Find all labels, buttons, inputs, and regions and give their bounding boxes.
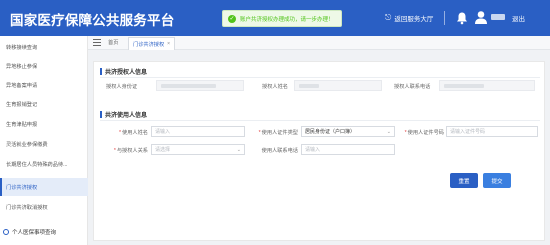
authorizer-name-value bbox=[294, 80, 382, 91]
sidebar-item[interactable]: 转移接续查询 bbox=[0, 39, 88, 55]
tab-bar: 首页 门诊共济授权 × bbox=[88, 36, 550, 50]
close-icon[interactable]: × bbox=[167, 41, 170, 47]
sidebar-group-personal-query[interactable]: 个人医保事项查询 bbox=[0, 224, 88, 240]
user-name-masked bbox=[491, 14, 505, 20]
sidebar-item[interactable]: 生育津贴申报 bbox=[0, 116, 88, 132]
sidebar-item[interactable]: 灵活就业参保缴费 bbox=[0, 136, 88, 152]
return-label: 返回服务大厅 bbox=[394, 16, 434, 23]
user-phone-input[interactable] bbox=[301, 144, 395, 155]
user-phone-label: 使用人联系电话 bbox=[261, 148, 298, 154]
chevron-down-icon: ⌄ bbox=[386, 128, 391, 135]
user-id-number-label: *使用人证件号码 bbox=[404, 130, 444, 136]
chevron-down-icon: ⌄ bbox=[236, 146, 241, 153]
relation-select[interactable]: 请选择 ⌄ bbox=[151, 144, 245, 155]
sidebar: 转移接续查询 异地移止参保 异地备案申请 生育报销登记 生育津贴申报 灵活就业参… bbox=[0, 36, 88, 245]
sidebar-item[interactable]: 异地备案申请 bbox=[0, 77, 88, 93]
sidebar-item[interactable]: 门诊共济取消授权 bbox=[0, 199, 88, 215]
authorizer-id-value bbox=[156, 80, 244, 91]
form-card: 共济授权人信息 授权人身份证 授权人姓名 授权人联系电话 共济使用人信息 *使用… bbox=[93, 61, 545, 241]
submit-button[interactable]: 提交 bbox=[483, 173, 511, 188]
sidebar-item[interactable]: 长期居住人员特殊药品待... bbox=[0, 156, 88, 172]
user-section-title: 共济使用人信息 bbox=[100, 110, 147, 119]
user-name-label: *使用人姓名 bbox=[119, 130, 148, 136]
divider bbox=[100, 120, 540, 121]
return-icon: ⎋ bbox=[385, 13, 392, 22]
authorizer-phone-label: 授权人联系电话 bbox=[394, 84, 431, 90]
user-id-type-label: *使用人证件类型 bbox=[258, 130, 298, 136]
sidebar-item[interactable]: 生育报销登记 bbox=[0, 96, 88, 112]
user-id-number-input[interactable] bbox=[446, 126, 538, 137]
authorizer-id-label: 授权人身份证 bbox=[106, 84, 138, 90]
user-id-type-select[interactable]: 居民身份证（户口簿） ⌄ bbox=[301, 126, 395, 137]
authorizer-section-title: 共济授权人信息 bbox=[100, 67, 147, 76]
authorizer-phone-value bbox=[439, 80, 535, 91]
header-divider bbox=[444, 11, 445, 25]
top-header: 国家医疗保障公共服务平台 ✓ 账户共济授权办理成功，请一步办理！ ⎋ 返回服务大… bbox=[0, 0, 550, 36]
success-toast: ✓ 账户共济授权办理成功，请一步办理！ bbox=[222, 10, 342, 27]
relation-label: *与授权人关系 bbox=[113, 148, 148, 154]
app-title: 国家医疗保障公共服务平台 bbox=[10, 13, 175, 28]
check-circle-icon: ✓ bbox=[228, 14, 236, 23]
user-icon[interactable] bbox=[474, 10, 488, 25]
main-content: 共济授权人信息 授权人身份证 授权人姓名 授权人联系电话 共济使用人信息 *使用… bbox=[88, 50, 550, 245]
menu-toggle-icon[interactable] bbox=[93, 39, 101, 46]
tab-home[interactable]: 首页 bbox=[108, 39, 118, 46]
user-name-input[interactable] bbox=[151, 126, 245, 137]
return-service-hall-link[interactable]: ⎋ 返回服务大厅 bbox=[385, 9, 433, 27]
sidebar-item[interactable]: 异地移止参保 bbox=[0, 58, 88, 74]
circle-icon bbox=[3, 229, 9, 235]
bell-icon[interactable] bbox=[455, 11, 469, 25]
toast-message: 账户共济授权办理成功，请一步办理！ bbox=[240, 16, 334, 23]
sidebar-item-outpatient-authorize[interactable]: 门诊共济授权 bbox=[0, 178, 88, 196]
tab-outpatient-authorize[interactable]: 门诊共济授权 × bbox=[128, 37, 176, 50]
reset-button[interactable]: 重置 bbox=[450, 173, 478, 188]
logout-button[interactable]: 退出 bbox=[512, 13, 525, 23]
divider bbox=[100, 77, 540, 78]
